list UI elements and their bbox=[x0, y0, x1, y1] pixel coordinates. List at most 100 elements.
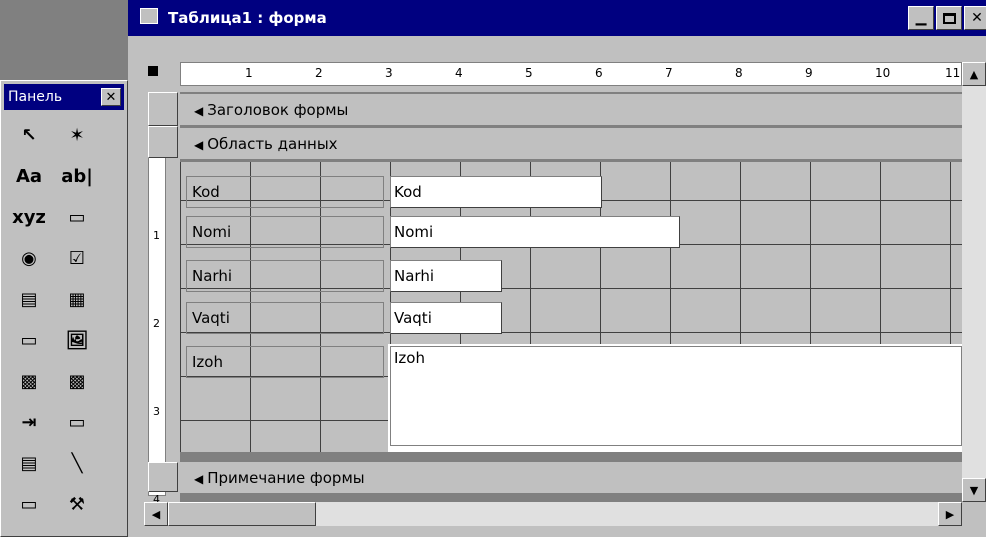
textbox-narhi[interactable]: Narhi bbox=[390, 260, 502, 292]
ruler-mark: 4 bbox=[455, 66, 463, 80]
command-button-icon: ▭ bbox=[20, 329, 38, 351]
form-header-bar[interactable]: ◀ Заголовок формы bbox=[180, 94, 962, 126]
textbox-kod[interactable]: Kod bbox=[390, 176, 602, 208]
detail-section-bar[interactable]: ◀ Область данных bbox=[180, 128, 962, 160]
more-controls-icon: ⚒ bbox=[68, 493, 86, 515]
subform-icon: ▤ bbox=[20, 452, 38, 474]
label-izoh[interactable]: Izoh bbox=[186, 346, 384, 378]
unbound-object-frame-tool[interactable]: ▩ bbox=[11, 363, 47, 399]
combo-box-icon: ▤ bbox=[20, 288, 38, 310]
close-button[interactable]: ✕ bbox=[964, 6, 986, 30]
label-narhi[interactable]: Narhi bbox=[186, 260, 384, 292]
option-group-icon: xyz bbox=[12, 206, 46, 228]
subform-tool[interactable]: ▤ bbox=[11, 445, 47, 481]
form-view-icon bbox=[140, 8, 158, 24]
ruler-mark: 1 bbox=[245, 66, 253, 80]
text-box-tool-icon: ab| bbox=[61, 165, 93, 187]
bound-object-frame-tool[interactable]: ▩ bbox=[59, 363, 95, 399]
check-box-tool[interactable]: ☑ bbox=[59, 240, 95, 276]
image-tool-tool[interactable]: 🖼 bbox=[59, 322, 95, 358]
control-wizards-icon: ✶ bbox=[69, 124, 85, 146]
form-selector-button[interactable] bbox=[144, 62, 162, 80]
toggle-button-icon: ▭ bbox=[68, 206, 86, 228]
line-tool-icon: ╲ bbox=[71, 452, 83, 474]
label-vaqti[interactable]: Vaqti bbox=[186, 302, 384, 334]
textbox-vaqti[interactable]: Vaqti bbox=[390, 302, 502, 334]
toggle-button-tool[interactable]: ▭ bbox=[59, 199, 95, 235]
ruler-mark: 11 bbox=[945, 66, 961, 80]
label-nomi[interactable]: Nomi bbox=[186, 216, 384, 248]
toolbox-title: Панель bbox=[8, 89, 63, 105]
footer-arrow-icon: ◀ bbox=[194, 472, 204, 486]
header-section-selector[interactable] bbox=[148, 92, 178, 126]
scroll-right-button[interactable]: ▶ bbox=[938, 502, 962, 526]
rectangle-tool-tool[interactable]: ▭ bbox=[11, 486, 47, 522]
text-box-tool-tool[interactable]: ab| bbox=[59, 158, 95, 194]
list-box-icon: ▦ bbox=[68, 288, 86, 310]
ruler-mark: 7 bbox=[665, 66, 673, 80]
form-footer-bar[interactable]: ◀ Примечание формы bbox=[180, 462, 962, 494]
combo-box-tool[interactable]: ▤ bbox=[11, 281, 47, 317]
line-tool-tool[interactable]: ╲ bbox=[59, 445, 95, 481]
label-kod[interactable]: Kod bbox=[186, 176, 384, 208]
option-button-tool[interactable]: ◉ bbox=[11, 240, 47, 276]
textbox-nomi[interactable]: Nomi bbox=[390, 216, 680, 248]
ruler-mark: 10 bbox=[875, 66, 891, 80]
label-tool-icon: Aa bbox=[15, 165, 43, 187]
detail-grid[interactable]: Kod Nomi Narhi Vaqti Izoh Kod Nomi Narhi… bbox=[180, 162, 962, 452]
design-surface: ◀ Заголовок формы ◀ Область данных Kod Nom… bbox=[180, 92, 962, 502]
form-header-label: Заголовок формы bbox=[207, 101, 349, 119]
vertical-ruler-mark: 2 bbox=[153, 317, 160, 330]
list-box-tool[interactable]: ▦ bbox=[59, 281, 95, 317]
detail-section-selector[interactable] bbox=[148, 126, 178, 158]
check-box-icon: ☑ bbox=[68, 247, 86, 269]
ruler-mark: 6 bbox=[595, 66, 603, 80]
minimize-button[interactable]: ▁ bbox=[908, 6, 934, 30]
tab-control-icon: ▭ bbox=[68, 411, 86, 433]
ruler-mark: 5 bbox=[525, 66, 533, 80]
toolbox-panel: Панель ✕ ↖ ✶ Aa ab| xyz ▭ ◉ ☑ ▤ ▦ ▭ 🖼 ▩ ▩ ⇥ ▭ ▤ ╲ ▭ ⚒ bbox=[0, 80, 128, 537]
horizontal-scrollbar[interactable]: ◀ ▶ bbox=[144, 502, 962, 526]
detail-section-label: Область данных bbox=[207, 135, 338, 153]
bound-object-frame-icon: ▩ bbox=[68, 370, 86, 392]
vertical-scrollbar[interactable]: ▲ ▼ bbox=[962, 62, 986, 502]
horizontal-ruler: 1 2 3 4 5 6 7 8 9 10 11 bbox=[180, 62, 962, 86]
rectangle-tool-icon: ▭ bbox=[20, 493, 38, 515]
scroll-left-button[interactable]: ◀ bbox=[144, 502, 168, 526]
toolbox-title-bar[interactable]: Панель ✕ bbox=[4, 84, 124, 110]
select-objects-icon: ↖ bbox=[21, 124, 37, 146]
ruler-mark: 9 bbox=[805, 66, 813, 80]
label-tool-tool[interactable]: Aa bbox=[11, 158, 47, 194]
detail-arrow-icon: ◀ bbox=[194, 138, 204, 152]
tab-control-tool[interactable]: ▭ bbox=[59, 404, 95, 440]
more-controls-tool[interactable]: ⚒ bbox=[59, 486, 95, 522]
ruler-mark: 2 bbox=[315, 66, 323, 80]
header-arrow-icon: ◀ bbox=[194, 104, 204, 118]
window-title: Таблица1 : форма bbox=[168, 9, 327, 27]
horizontal-scroll-thumb[interactable] bbox=[168, 502, 316, 526]
command-button-tool[interactable]: ▭ bbox=[11, 322, 47, 358]
toolbox-close-button[interactable]: ✕ bbox=[101, 88, 121, 106]
vertical-ruler-mark: 1 bbox=[153, 229, 160, 242]
window-title-bar[interactable]: Таблица1 : форма ▁ ✕ bbox=[128, 0, 986, 36]
option-group-tool[interactable]: xyz bbox=[11, 199, 47, 235]
ruler-mark: 8 bbox=[735, 66, 743, 80]
form-footer-label: Примечание формы bbox=[207, 469, 365, 487]
page-break-icon: ⇥ bbox=[21, 411, 37, 433]
maximize-button[interactable] bbox=[936, 6, 962, 30]
maximize-icon bbox=[942, 12, 956, 24]
textbox-izoh[interactable]: Izoh bbox=[390, 346, 962, 446]
form-selector-icon bbox=[148, 66, 158, 76]
vertical-ruler-mark: 3 bbox=[153, 405, 160, 418]
page-break-tool[interactable]: ⇥ bbox=[11, 404, 47, 440]
image-tool-icon: 🖼 bbox=[65, 329, 89, 351]
control-wizards-tool[interactable]: ✶ bbox=[59, 117, 95, 153]
ruler-mark: 3 bbox=[385, 66, 393, 80]
scroll-down-button[interactable]: ▼ bbox=[962, 478, 986, 502]
form-window: Таблица1 : форма ▁ ✕ 1 2 3 4 5 6 7 8 9 10 11 ▲ ▼ 1… bbox=[128, 0, 986, 537]
option-button-icon: ◉ bbox=[21, 247, 37, 269]
unbound-object-frame-icon: ▩ bbox=[20, 370, 38, 392]
select-objects-tool[interactable]: ↖ bbox=[11, 117, 47, 153]
footer-section-selector[interactable] bbox=[148, 462, 178, 492]
scroll-up-button[interactable]: ▲ bbox=[962, 62, 986, 86]
